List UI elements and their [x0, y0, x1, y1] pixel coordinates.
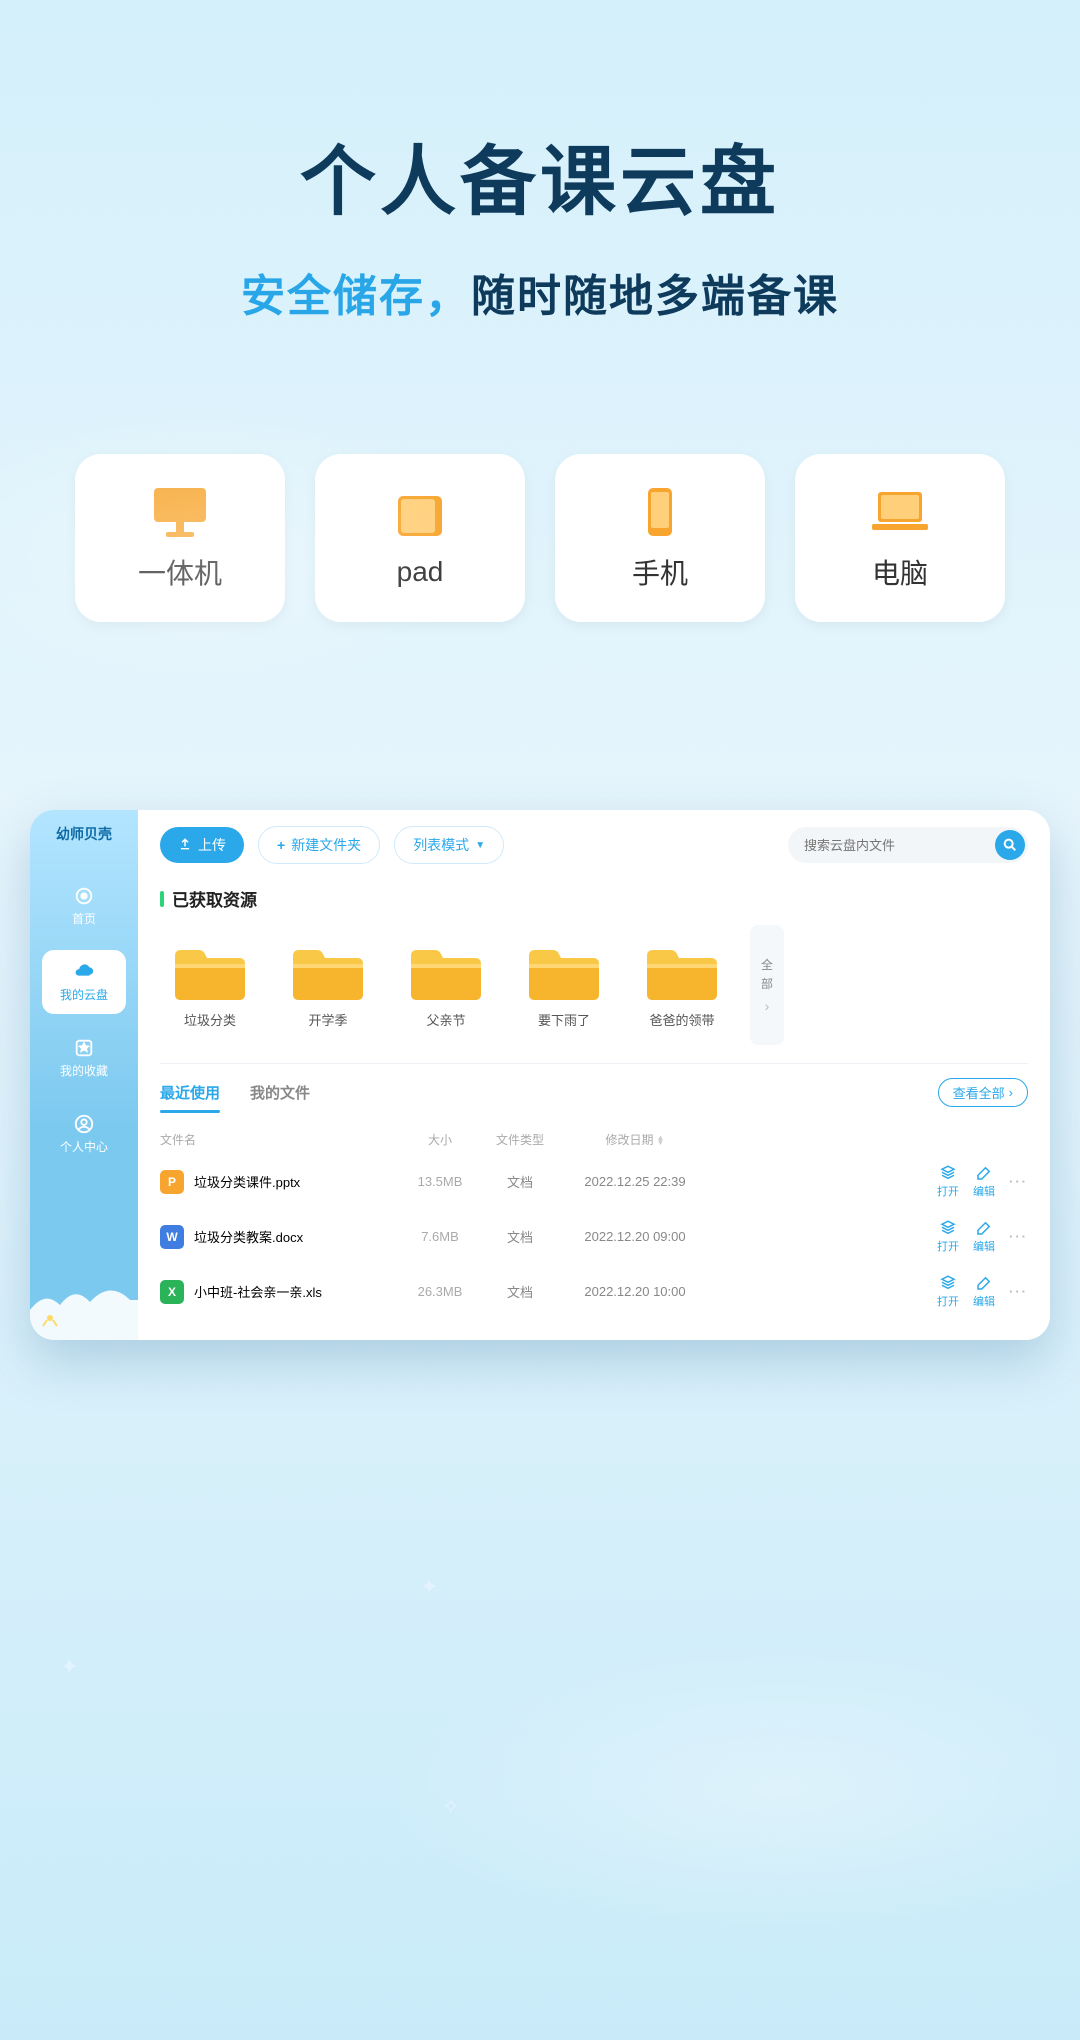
edit-action[interactable]: 编辑: [973, 1274, 995, 1309]
search-wrap: [788, 827, 1028, 863]
device-label: 手机: [632, 552, 688, 592]
search-button[interactable]: [995, 830, 1025, 860]
phone-icon: [628, 484, 692, 540]
plus-icon: +: [277, 837, 285, 853]
tab-my-files[interactable]: 我的文件: [250, 1078, 310, 1107]
file-type: 文档: [480, 1227, 560, 1246]
sidebar-item-label: 首页: [72, 910, 96, 927]
folder-icon: [289, 942, 367, 1004]
folder-item[interactable]: 要下雨了: [514, 942, 614, 1029]
chevron-down-icon: ▼: [475, 840, 485, 851]
chevron-right-icon: ›: [765, 998, 770, 1014]
table-row: X 小中班-社会亲一亲.xls 26.3MB文档2022.12.20 10:00 打开…: [160, 1264, 1028, 1319]
hero-subtitle: 安全储存，随时随地多端备课: [0, 260, 1080, 324]
view-all-button[interactable]: 查看全部 ›: [938, 1078, 1028, 1107]
sidebar-item-profile[interactable]: 个人中心: [42, 1102, 126, 1166]
file-size: 13.5MB: [400, 1174, 480, 1189]
edit-action[interactable]: 编辑: [973, 1219, 995, 1254]
toolbar: 上传 + 新建文件夹 列表模式 ▼: [160, 826, 1028, 864]
folder-icon: [643, 942, 721, 1004]
main-panel: 上传 + 新建文件夹 列表模式 ▼ 已获取资源 垃圾分类 开学季 父亲节 要下雨了 爸爸…: [138, 810, 1050, 1340]
file-date: 2022.12.20 10:00: [560, 1284, 710, 1299]
file-type-icon: X: [160, 1280, 184, 1304]
file-type-icon: P: [160, 1170, 184, 1194]
file-name: 垃圾分类课件.pptx: [194, 1172, 300, 1191]
file-type: 文档: [480, 1172, 560, 1191]
app-window: 幼师贝壳 首页 我的云盘 我的收藏 个人中心 上传 + 新建文件夹: [30, 810, 1050, 1340]
hero-title: 个人备课云盘: [0, 120, 1080, 230]
file-name: 垃圾分类教案.docx: [194, 1227, 303, 1246]
sidebar-item-cloud[interactable]: 我的云盘: [42, 950, 126, 1014]
folder-item[interactable]: 垃圾分类: [160, 942, 260, 1029]
laptop-icon: [868, 484, 932, 540]
device-card-phone: 手机: [555, 454, 765, 622]
table-row: W 垃圾分类教案.docx 7.6MB文档2022.12.20 09:00 打开编辑 ·…: [160, 1209, 1028, 1264]
table-row: P 垃圾分类课件.pptx 13.5MB文档2022.12.25 22:39 打开编辑…: [160, 1154, 1028, 1209]
home-icon: [73, 885, 95, 907]
cloud-icon: [73, 961, 95, 983]
app-logo: 幼师贝壳: [56, 824, 112, 844]
upload-icon: [178, 837, 192, 854]
tab-recent[interactable]: 最近使用: [160, 1078, 220, 1107]
folder-icon: [525, 942, 603, 1004]
sidebar-item-label: 我的云盘: [60, 986, 108, 1003]
search-icon: [1002, 837, 1018, 853]
folders-row: 垃圾分类 开学季 父亲节 要下雨了 爸爸的领带 全 部 ›: [160, 925, 1028, 1045]
edit-action[interactable]: 编辑: [973, 1164, 995, 1199]
file-tabs: 最近使用 我的文件 查看全部 ›: [160, 1078, 1028, 1107]
sidebar-item-home[interactable]: 首页: [42, 874, 126, 938]
folder-item[interactable]: 爸爸的领带: [632, 942, 732, 1029]
show-all-button[interactable]: 全 部 ›: [750, 925, 784, 1045]
upload-button[interactable]: 上传: [160, 827, 244, 863]
open-action[interactable]: 打开: [937, 1274, 959, 1309]
resources-title: 已获取资源: [160, 886, 1028, 911]
star-icon: [73, 1037, 95, 1059]
device-label: 电脑: [872, 552, 928, 592]
new-folder-button[interactable]: + 新建文件夹: [258, 826, 380, 864]
view-mode-button[interactable]: 列表模式 ▼: [394, 826, 504, 864]
file-type: 文档: [480, 1282, 560, 1301]
file-name: 小中班-社会亲一亲.xls: [194, 1282, 322, 1301]
more-action[interactable]: ···: [1009, 1174, 1028, 1189]
sidebar: 幼师贝壳 首页 我的云盘 我的收藏 个人中心: [30, 810, 138, 1340]
folder-name: 父亲节: [426, 1010, 465, 1029]
folder-icon: [407, 942, 485, 1004]
file-type-icon: W: [160, 1225, 184, 1249]
file-size: 7.6MB: [400, 1229, 480, 1244]
folder-name: 垃圾分类: [184, 1010, 236, 1029]
folder-item[interactable]: 开学季: [278, 942, 378, 1029]
more-action[interactable]: ···: [1009, 1229, 1028, 1244]
folder-item[interactable]: 父亲节: [396, 942, 496, 1029]
sort-icon[interactable]: ▲▼: [657, 1135, 665, 1145]
open-action[interactable]: 打开: [937, 1164, 959, 1199]
file-table: 文件名 大小 文件类型 修改日期▲▼ P垃圾分类课件.pptx13.5MB文档2…: [160, 1125, 1028, 1319]
file-date: 2022.12.25 22:39: [560, 1174, 710, 1189]
sidebar-item-label: 个人中心: [60, 1138, 108, 1155]
folder-name: 爸爸的领带: [649, 1010, 714, 1029]
more-action[interactable]: ···: [1009, 1284, 1028, 1299]
file-size: 26.3MB: [400, 1284, 480, 1299]
table-header: 文件名 大小 文件类型 修改日期▲▼: [160, 1125, 1028, 1154]
device-card-laptop: 电脑: [795, 454, 1005, 622]
open-action[interactable]: 打开: [937, 1219, 959, 1254]
folder-name: 要下雨了: [538, 1010, 590, 1029]
search-input[interactable]: [788, 827, 1028, 863]
user-icon: [73, 1113, 95, 1135]
sidebar-item-favorites[interactable]: 我的收藏: [42, 1026, 126, 1090]
folder-name: 开学季: [308, 1010, 347, 1029]
file-date: 2022.12.20 09:00: [560, 1229, 710, 1244]
chevron-right-icon: ›: [1009, 1085, 1013, 1100]
sidebar-item-label: 我的收藏: [60, 1062, 108, 1079]
sidebar-clouds: [30, 1270, 138, 1340]
folder-icon: [171, 942, 249, 1004]
